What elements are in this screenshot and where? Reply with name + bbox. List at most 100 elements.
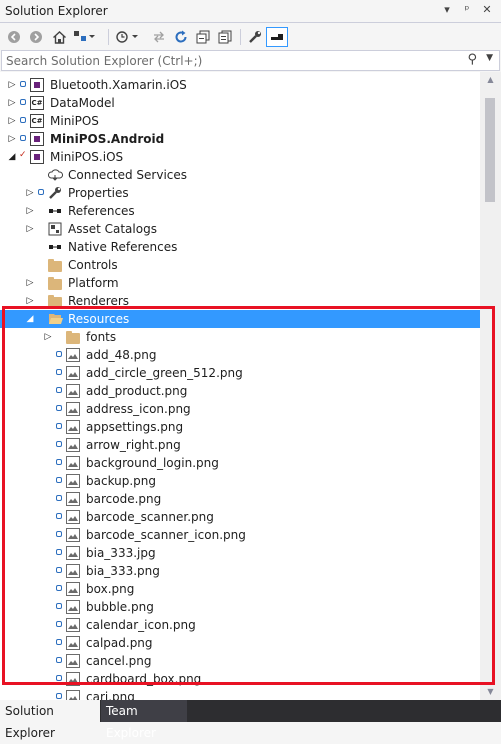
tree-item-bia-333-png[interactable]: bia_333.png bbox=[0, 562, 480, 580]
tree-item-calpad-png[interactable]: calpad.png bbox=[0, 634, 480, 652]
tree-item-label: Platform bbox=[68, 276, 119, 290]
tree-item-minipos-android[interactable]: ▷ MiniPOS.Android bbox=[0, 130, 480, 148]
tree-item-add-product-png[interactable]: add_product.png bbox=[0, 382, 480, 400]
sync-with-active-document-icon[interactable] bbox=[150, 27, 168, 47]
tree-item-barcode-png[interactable]: barcode.png bbox=[0, 490, 480, 508]
tree-item-label: cancel.png bbox=[86, 654, 152, 668]
references-icon bbox=[48, 204, 62, 218]
collapsed-arrow-icon[interactable]: ▷ bbox=[6, 112, 18, 130]
refresh-icon[interactable] bbox=[172, 27, 190, 47]
tree-item-add-48-png[interactable]: add_48.png bbox=[0, 346, 480, 364]
tree-item-asset-catalogs[interactable]: ▷ Asset Catalogs bbox=[0, 220, 480, 238]
tree-item-label: fonts bbox=[86, 330, 117, 344]
tree-item-label: barcode_scanner.png bbox=[86, 510, 214, 524]
project-icon bbox=[30, 132, 44, 146]
toolbar bbox=[0, 24, 501, 50]
collapsed-arrow-icon[interactable]: ▷ bbox=[24, 274, 36, 292]
tree-item-barcode-scanner-icon-png[interactable]: barcode_scanner_icon.png bbox=[0, 526, 480, 544]
tree-item-label: add_product.png bbox=[86, 384, 188, 398]
source-control-lock-icon bbox=[56, 405, 62, 411]
tree-item-connected-services[interactable]: Connected Services bbox=[0, 166, 480, 184]
tree-item-background-login-png[interactable]: background_login.png bbox=[0, 454, 480, 472]
collapsed-arrow-icon[interactable]: ▷ bbox=[24, 220, 36, 238]
image-file-icon bbox=[66, 348, 80, 362]
collapsed-arrow-icon[interactable]: ▷ bbox=[6, 94, 18, 112]
collapsed-arrow-icon[interactable]: ▷ bbox=[42, 328, 54, 346]
tree-item-appsettings-png[interactable]: appsettings.png bbox=[0, 418, 480, 436]
tree-item-add-circle-green-512-png[interactable]: add_circle_green_512.png bbox=[0, 364, 480, 382]
image-file-icon bbox=[66, 636, 80, 650]
pending-changes-filter-icon[interactable] bbox=[114, 27, 144, 47]
auto-hide-pin-icon[interactable]: ᵖ bbox=[460, 3, 474, 16]
tree-item-barcode-scanner-png[interactable]: barcode_scanner.png bbox=[0, 508, 480, 526]
collapsed-arrow-icon[interactable]: ▷ bbox=[24, 292, 36, 310]
collapse-all-icon[interactable] bbox=[194, 27, 212, 47]
show-all-files-icon[interactable] bbox=[216, 27, 234, 47]
expanded-arrow-icon[interactable]: ◢ bbox=[6, 148, 18, 166]
references-icon bbox=[48, 240, 62, 254]
tree-item-references[interactable]: ▷ References bbox=[0, 202, 480, 220]
tree-item-bluetooth-xamarin-ios[interactable]: ▷ Bluetooth.Xamarin.iOS bbox=[0, 76, 480, 94]
tree-item-fonts[interactable]: ▷ fonts bbox=[0, 328, 480, 346]
source-control-lock-icon bbox=[56, 441, 62, 447]
tree-item-bia-333-jpg[interactable]: bia_333.jpg bbox=[0, 544, 480, 562]
scroll-down-arrow-icon[interactable]: ▼ bbox=[480, 684, 501, 700]
tree-item-box-png[interactable]: box.png bbox=[0, 580, 480, 598]
tree-item-cancel-png[interactable]: cancel.png bbox=[0, 652, 480, 670]
image-file-icon bbox=[66, 600, 80, 614]
tree-item-controls[interactable]: Controls bbox=[0, 256, 480, 274]
forward-icon[interactable] bbox=[28, 27, 44, 47]
scrollbar-thumb[interactable] bbox=[485, 98, 495, 202]
tree-item-label: Connected Services bbox=[68, 168, 188, 182]
vertical-scrollbar[interactable]: ▲ ▼ bbox=[480, 72, 501, 700]
search-input[interactable] bbox=[2, 51, 450, 70]
source-control-lock-icon bbox=[56, 639, 62, 645]
tree-item-properties[interactable]: ▷ Properties bbox=[0, 184, 480, 202]
solution-tree[interactable]: ▷ Bluetooth.Xamarin.iOS ▷ C# DataModel ▷ C# Min… bbox=[0, 72, 480, 700]
tree-item-resources[interactable]: ◢ Resources bbox=[0, 310, 480, 328]
collapsed-arrow-icon[interactable]: ▷ bbox=[6, 130, 18, 148]
back-icon[interactable] bbox=[6, 27, 22, 47]
image-file-icon bbox=[66, 420, 80, 434]
tree-item-renderers[interactable]: ▷ Renderers bbox=[0, 292, 480, 310]
tree-item-arrow-right-png[interactable]: arrow_right.png bbox=[0, 436, 480, 454]
properties-wrench-icon[interactable] bbox=[246, 27, 264, 47]
image-file-icon bbox=[66, 366, 80, 380]
switch-views-icon[interactable] bbox=[72, 27, 98, 47]
tab-solution-explorer[interactable]: Solution Explorer bbox=[0, 700, 100, 740]
tree-item-cardboard-box-png[interactable]: cardboard_box.png bbox=[0, 670, 480, 688]
tree-item-native-references[interactable]: Native References bbox=[0, 238, 480, 256]
image-file-icon bbox=[66, 564, 80, 578]
image-file-icon bbox=[66, 582, 80, 596]
collapsed-arrow-icon[interactable]: ▷ bbox=[24, 202, 36, 220]
wrench-icon bbox=[48, 186, 62, 200]
search-icon[interactable]: ⚲ bbox=[467, 52, 477, 67]
tree-item-backup-png[interactable]: backup.png bbox=[0, 472, 480, 490]
source-control-lock-icon bbox=[56, 423, 62, 429]
tree-item-platform[interactable]: ▷ Platform bbox=[0, 274, 480, 292]
tree-item-minipos[interactable]: ▷ C# MiniPOS bbox=[0, 112, 480, 130]
expanded-arrow-icon[interactable]: ◢ bbox=[24, 310, 36, 328]
close-icon[interactable]: ✕ bbox=[480, 3, 494, 16]
collapsed-arrow-icon[interactable]: ▷ bbox=[24, 184, 36, 202]
tree-item-minipos-ios[interactable]: ◢ ✓ MiniPOS.iOS bbox=[0, 148, 480, 166]
tree-item-bubble-png[interactable]: bubble.png bbox=[0, 598, 480, 616]
home-icon[interactable] bbox=[50, 27, 68, 47]
tree-item-calendar-icon-png[interactable]: calendar_icon.png bbox=[0, 616, 480, 634]
scroll-up-arrow-icon[interactable]: ▲ bbox=[480, 72, 501, 88]
search-box[interactable]: ⚲ ▼ bbox=[1, 50, 500, 71]
window-position-dropdown-icon[interactable]: ▾ bbox=[440, 3, 454, 16]
tree-item-datamodel[interactable]: ▷ C# DataModel bbox=[0, 94, 480, 112]
collapsed-arrow-icon[interactable]: ▷ bbox=[6, 76, 18, 94]
search-options-dropdown-icon[interactable]: ▼ bbox=[486, 53, 493, 63]
asset-catalog-icon bbox=[48, 222, 62, 236]
source-control-lock-icon bbox=[20, 81, 26, 87]
folder-icon bbox=[66, 331, 80, 344]
tree-item-address-icon-png[interactable]: address_icon.png bbox=[0, 400, 480, 418]
image-file-icon bbox=[66, 546, 80, 560]
tab-team-explorer[interactable]: Team Explorer bbox=[101, 700, 187, 740]
preview-selected-items-icon[interactable] bbox=[266, 27, 288, 47]
source-control-lock-icon bbox=[56, 657, 62, 663]
tree-item-cari-png[interactable]: cari.png bbox=[0, 688, 480, 700]
image-file-icon bbox=[66, 690, 80, 700]
